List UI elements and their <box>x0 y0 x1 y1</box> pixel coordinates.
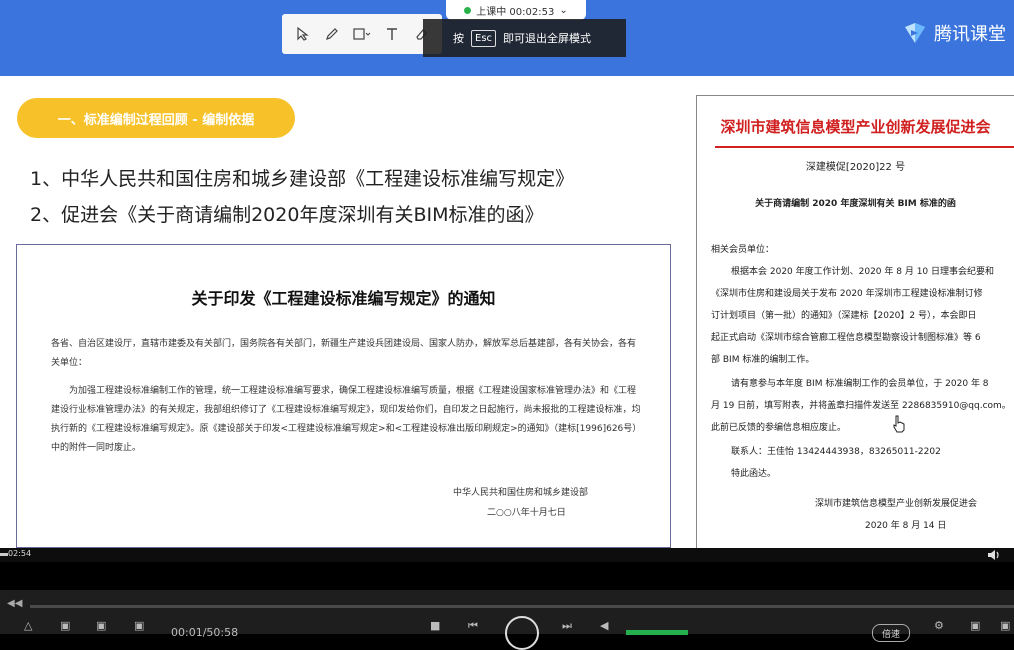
rewind-icon[interactable]: ◀◀ <box>7 598 22 609</box>
chevron-down-icon[interactable]: ⌄ <box>559 5 567 16</box>
annotation-toolbar <box>282 14 442 54</box>
letter-line: 部 BIM 标准的编制工作。 <box>711 355 815 365</box>
tencent-classroom-logo-icon <box>905 23 925 43</box>
letter-salutation: 相关会员单位： <box>711 245 775 255</box>
notice-paragraph-2: 为加强工程建设标准编制工作的管理，统一工程建设标准编写要求，确保工程建设标准编写… <box>51 386 641 453</box>
total-time: 00:01/50:58 <box>171 626 239 639</box>
letter-line: 订计划项目（第一批）的通知》（深建标【2020】2 号），本会即日 <box>711 311 977 321</box>
playback-speed-button[interactable]: 倍速 <box>872 624 910 642</box>
letter-title: 关于商请编制 2020 年度深圳有关 BIM 标准的函 <box>755 199 956 209</box>
speaker-icon[interactable] <box>986 548 1002 562</box>
brand-logo: 腾讯课堂 <box>902 20 1006 46</box>
letter-header-rule <box>715 146 1014 148</box>
notice-signature-org: 中华人民共和国住房和城乡建设部 <box>453 488 589 498</box>
letter-line: 月 19 日前，填写附表，并将盖章扫描件发送至 2286835910@qq.co… <box>711 401 1011 411</box>
recording-dot-icon <box>464 6 472 14</box>
letter-signature-date: 2020 年 8 月 14 日 <box>865 521 947 531</box>
letter-signature-org: 深圳市建筑信息模型产业创新发展促进会 <box>815 499 978 509</box>
shape-tool-icon[interactable] <box>351 23 373 45</box>
letter-contact: 联系人：王佳怡 13424443938，83265011-2202 <box>731 447 941 457</box>
notice-paragraph-1: 各省、自治区建设厅，直辖市建委及有关部门，国务院各有关部门，新疆生产建设兵团建设… <box>51 339 637 368</box>
letter-reference: 深建模促[2020]22 号 <box>805 162 906 173</box>
brand-name: 腾讯课堂 <box>934 24 1006 45</box>
lock-icon[interactable]: ▣ <box>970 619 980 632</box>
basis-item-1: 1、中华人民共和国住房和城乡建设部《工程建设标准编写规定》 <box>30 168 575 190</box>
letter-closing: 特此函达。 <box>731 469 777 479</box>
notice-title: 关于印发《工程建设标准编写规定》的通知 <box>191 289 496 308</box>
presentation-slide: 一、标准编制过程回顾 - 编制依据 1、中华人民共和国住房和城乡建设部《工程建设… <box>0 76 1014 548</box>
notice-document: 关于印发《工程建设标准编写规定》的通知 各省、自治区建设厅，直辖市建委及有关部门… <box>16 244 671 548</box>
subtitle-icon[interactable]: ▣ <box>134 619 144 632</box>
letter-line: 此前已反馈的参编信息相应废止。 <box>711 423 847 433</box>
play-button[interactable] <box>505 616 539 650</box>
section-title: 一、标准编制过程回顾 - 编制依据 <box>17 98 295 138</box>
playback-scrubber[interactable] <box>30 605 1014 608</box>
screenshot-icon[interactable]: ▣ <box>96 619 106 632</box>
esc-key-badge: Esc <box>471 29 497 47</box>
pen-tool-icon[interactable] <box>321 23 343 45</box>
esc-tip-suffix: 即可退出全屏模式 <box>503 32 592 45</box>
fullscreen-icon[interactable]: ▣ <box>1000 619 1010 632</box>
volume-level-bar[interactable] <box>626 630 688 635</box>
volume-icon[interactable]: ◀ <box>600 619 608 632</box>
next-icon[interactable]: ⏭ <box>562 619 572 633</box>
pointer-tool-icon[interactable] <box>292 23 314 45</box>
video-progress-strip[interactable]: 02:54 <box>0 548 1014 562</box>
previous-icon[interactable]: ⏮ <box>468 619 478 633</box>
exit-fullscreen-tip: 按 Esc 即可退出全屏模式 <box>423 19 626 57</box>
recording-status-text: 上课中 00:02:53 <box>476 6 555 18</box>
letter-org-header: 深圳市建筑信息模型产业创新发展促进会 <box>720 118 991 136</box>
playlist-icon[interactable]: ▣ <box>60 619 70 632</box>
basis-item-2: 2、促进会《关于商请编制2020年度深圳有关BIM标准的函》 <box>30 204 544 226</box>
current-time: 02:54 <box>8 549 32 558</box>
notice-signature-date: 二○○八年十月七日 <box>487 508 566 518</box>
letter-line: 请有意参与本年度 BIM 标准编制工作的会员单位，于 2020 年 8 <box>731 379 989 389</box>
settings-icon[interactable]: ⚙ <box>934 619 944 632</box>
player-control-bar: ◀◀ △ ▣ ▣ ▣ 00:01/50:58 ■ ⏮ ⏭ ◀ 倍速 ⚙ ▣ ▣ <box>0 590 1014 650</box>
letter-line: 《深圳市住房和建设局关于发布 2020 年深圳市工程建设标准制订修 <box>711 289 983 299</box>
progress-played <box>0 553 8 556</box>
text-tool-icon[interactable] <box>381 23 403 45</box>
player-spacer <box>0 562 1014 590</box>
letter-document: 深圳市建筑信息模型产业创新发展促进会 深建模促[2020]22 号 关于商请编制… <box>696 95 1014 548</box>
letter-line: 根据本会 2020 年度工作计划、2020 年 8 月 10 日理事会纪要和 <box>731 267 995 277</box>
collapse-icon[interactable]: △ <box>24 619 32 632</box>
hand-cursor-icon <box>893 415 905 433</box>
recording-status-pill[interactable]: 上课中 00:02:53 ⌄ <box>446 0 586 20</box>
esc-tip-prefix: 按 <box>453 32 464 45</box>
stop-icon[interactable]: ■ <box>430 619 440 632</box>
classroom-top-bar: 上课中 00:02:53 ⌄ 按 Esc 即可退出全屏模式 腾讯课堂 <box>0 0 1014 76</box>
letter-line: 起正式启动《深圳市综合管廊工程信息模型勘察设计制图标准》等 6 <box>711 333 981 343</box>
